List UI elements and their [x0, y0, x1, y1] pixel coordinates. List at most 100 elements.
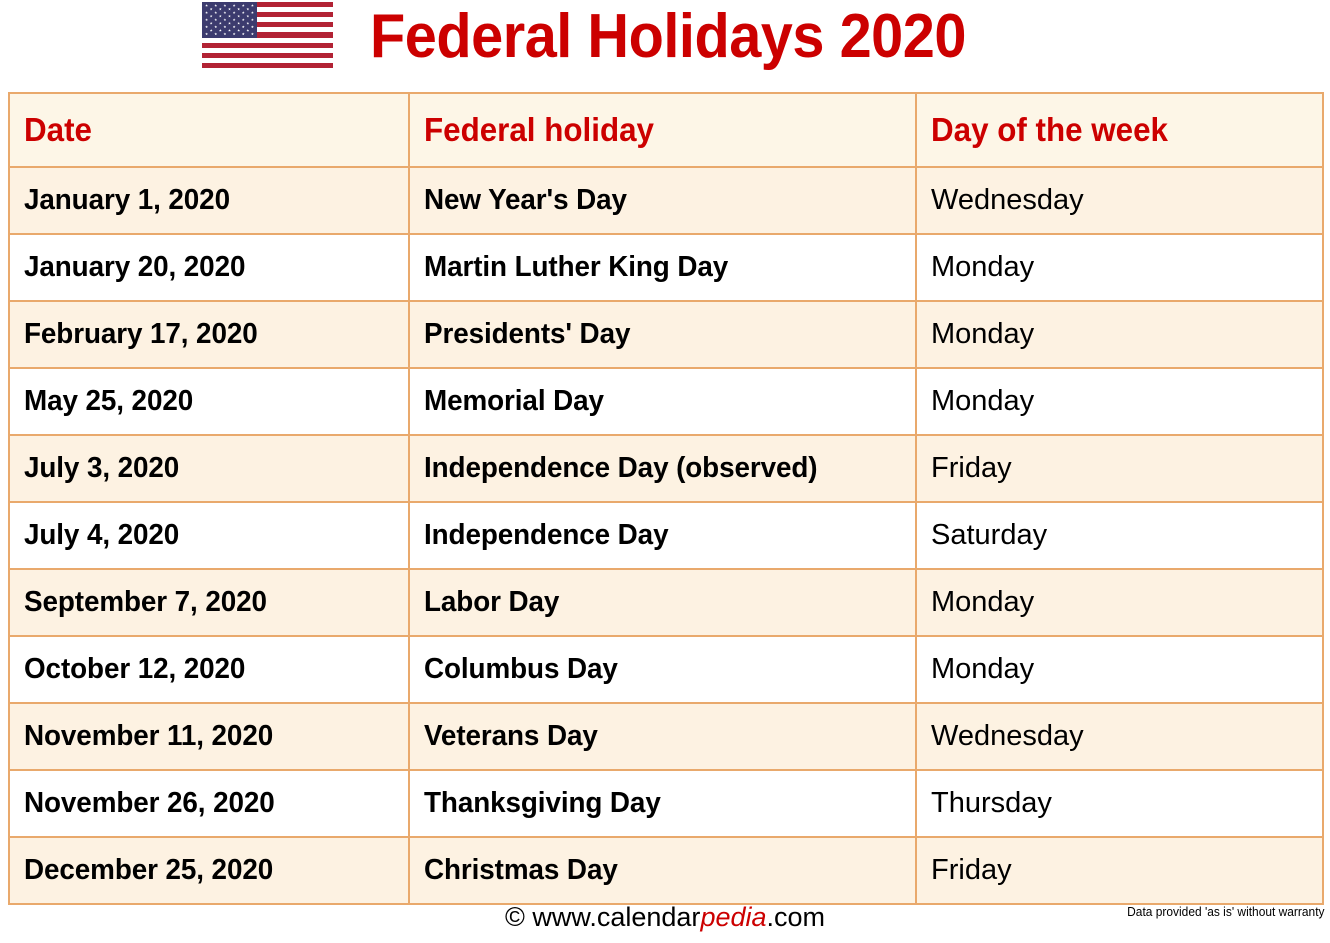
table-row: November 11, 2020 Veterans Day Wednesday	[8, 702, 1324, 771]
flag-star	[228, 21, 231, 25]
flag-star	[250, 18, 254, 21]
flag-star	[209, 7, 213, 11]
column-header-holiday-label: Federal holiday	[424, 111, 654, 148]
flag-star	[250, 25, 254, 29]
table-row: January 1, 2020 New Year's Day Wednesday	[8, 166, 1324, 235]
flag-star	[246, 28, 250, 32]
cell-date: February 17, 2020	[8, 300, 410, 369]
flag-stripe	[202, 62, 333, 68]
flag-star	[237, 14, 241, 18]
flag-stripe	[202, 42, 333, 48]
cell-date-label: July 3, 2020	[24, 452, 180, 484]
flag-stripe	[202, 52, 333, 58]
footer-credit-suffix: .com	[766, 902, 826, 932]
cell-day-of-week: Monday	[915, 233, 1324, 302]
flag-star	[246, 7, 250, 11]
us-flag-icon	[202, 2, 333, 68]
cell-holiday: Columbus Day	[408, 635, 917, 704]
footer-credit-brand: pedia	[700, 902, 767, 932]
table-row: October 12, 2020 Columbus Day Monday	[8, 635, 1324, 704]
flag-star	[205, 4, 209, 7]
flag-star	[218, 21, 222, 25]
table-row: September 7, 2020 Labor Day Monday	[8, 568, 1324, 637]
flag-star	[237, 28, 241, 32]
flag-star	[246, 14, 250, 18]
flag-star	[205, 32, 209, 36]
cell-holiday: Martin Luther King Day	[408, 233, 917, 302]
cell-date: November 26, 2020	[8, 769, 410, 838]
cell-date-label: May 25, 2020	[24, 385, 194, 417]
cell-day-of-week: Saturday	[915, 501, 1324, 570]
flag-star	[250, 4, 254, 7]
cell-date-label: November 26, 2020	[24, 787, 275, 819]
cell-date: July 3, 2020	[8, 434, 410, 503]
cell-day-of-week: Monday	[915, 367, 1324, 436]
flag-star	[250, 11, 254, 14]
flag-star	[232, 11, 236, 14]
flag-star	[209, 14, 213, 18]
flag-star	[250, 32, 254, 36]
flag-star	[223, 25, 227, 29]
cell-holiday: Veterans Day	[408, 702, 917, 771]
cell-holiday-label: Labor Day	[424, 586, 560, 618]
cell-holiday: Labor Day	[408, 568, 917, 637]
cell-day-of-week: Monday	[915, 300, 1324, 369]
table-row: November 26, 2020 Thanksgiving Day Thursda…	[8, 769, 1324, 838]
cell-day-of-week: Friday	[915, 836, 1324, 905]
column-header-holiday: Federal holiday	[408, 92, 917, 168]
cell-holiday: Independence Day	[408, 501, 917, 570]
table-row: May 25, 2020 Memorial Day Monday	[8, 367, 1324, 436]
flag-star	[214, 18, 218, 21]
column-header-date-label: Date	[24, 111, 92, 148]
cell-holiday-label: Christmas Day	[424, 854, 618, 886]
table-row: February 17, 2020 Presidents' Day Monday	[8, 300, 1324, 369]
cell-holiday: Memorial Day	[408, 367, 917, 436]
flag-star	[228, 28, 231, 32]
flag-star	[223, 18, 227, 21]
page-header: Federal Holidays 2020	[0, 0, 1330, 88]
cell-day-of-week: Monday	[915, 568, 1324, 637]
flag-star	[228, 14, 231, 18]
flag-star	[214, 32, 218, 36]
cell-date-label: January 20, 2020	[24, 251, 246, 283]
column-header-date: Date	[8, 92, 410, 168]
flag-star	[237, 7, 241, 11]
table-body: January 1, 2020 New Year's Day Wednesday Ja…	[8, 166, 1324, 905]
cell-day-of-week: Thursday	[915, 769, 1324, 838]
flag-star	[209, 28, 213, 32]
flag-canton	[202, 2, 258, 38]
column-header-day-of-week-label: Day of the week	[931, 111, 1168, 148]
flag-star	[218, 7, 222, 11]
column-header-day-of-week: Day of the week	[915, 92, 1324, 168]
cell-date-label: October 12, 2020	[24, 653, 246, 685]
cell-holiday: Christmas Day	[408, 836, 917, 905]
flag-star	[205, 18, 209, 21]
cell-date: September 7, 2020	[8, 568, 410, 637]
cell-day-of-week: Wednesday	[915, 166, 1324, 235]
flag-star	[214, 25, 218, 29]
cell-date: July 4, 2020	[8, 501, 410, 570]
cell-date: October 12, 2020	[8, 635, 410, 704]
flag-star	[223, 4, 227, 7]
flag-star	[232, 4, 236, 7]
cell-day-of-week: Wednesday	[915, 702, 1324, 771]
flag-star	[223, 32, 227, 36]
cell-holiday-label: New Year's Day	[424, 184, 627, 216]
flag-star	[205, 25, 209, 29]
cell-holiday-label: Memorial Day	[424, 385, 604, 417]
cell-holiday-label: Columbus Day	[424, 653, 618, 685]
flag-star	[246, 21, 250, 25]
federal-holidays-table: Date Federal holiday Day of the week Jan…	[8, 92, 1324, 905]
cell-holiday: Independence Day (observed)	[408, 434, 917, 503]
cell-holiday-label: Presidents' Day	[424, 318, 631, 350]
flag-star	[218, 14, 222, 18]
cell-date-label: December 25, 2020	[24, 854, 274, 886]
cell-date: May 25, 2020	[8, 367, 410, 436]
cell-date-label: July 4, 2020	[24, 519, 180, 551]
cell-holiday: Thanksgiving Day	[408, 769, 917, 838]
table-row: July 3, 2020 Independence Day (observed) F…	[8, 434, 1324, 503]
cell-holiday-label: Independence Day	[424, 519, 669, 551]
cell-date-label: January 1, 2020	[24, 184, 230, 216]
footer-disclaimer: Data provided 'as is' without warranty	[1127, 904, 1325, 919]
flag-star	[205, 11, 209, 14]
